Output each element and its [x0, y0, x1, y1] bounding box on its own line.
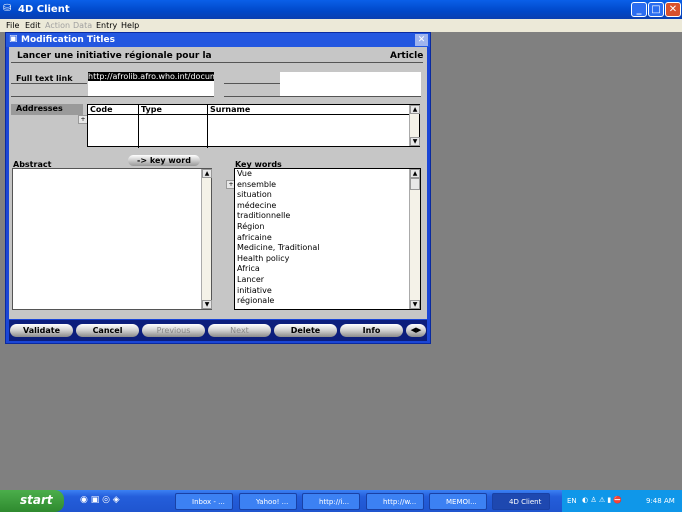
addresses-scrollbar[interactable]: ▲ ▼ [409, 105, 420, 146]
info-button[interactable]: Info [340, 324, 403, 337]
scroll-down-icon[interactable]: ▼ [410, 300, 420, 309]
keyword-item[interactable]: traditionnelle [235, 211, 420, 222]
right-field-2[interactable] [280, 84, 421, 96]
header-divider [88, 114, 410, 115]
abstract-scrollbar[interactable]: ▲ ▼ [201, 169, 212, 309]
keyword-item[interactable]: Africa [235, 264, 420, 275]
keyword-item[interactable]: Health policy [235, 254, 420, 265]
addresses-label: Addresses [11, 104, 83, 115]
scroll-down-icon[interactable]: ▼ [410, 137, 420, 146]
full-text-link-field[interactable]: http://afrolib.afro.who.int/document [88, 72, 214, 84]
tray-icons[interactable]: ◐ ♙ ⚠ ▮ ⛔ [582, 496, 622, 504]
menu-file[interactable]: File [6, 21, 19, 30]
taskbar-item[interactable]: 4D Client [492, 493, 550, 510]
scroll-up-icon[interactable]: ▲ [410, 105, 420, 114]
full-text-link-field-2[interactable] [88, 84, 214, 96]
scroll-up-icon[interactable]: ▲ [202, 169, 212, 178]
language-indicator[interactable]: EN [567, 497, 577, 505]
minimize-button[interactable]: _ [631, 2, 647, 17]
next-button[interactable]: Next [208, 324, 271, 337]
close-button[interactable]: ✕ [665, 2, 681, 17]
keyword-item[interactable]: ensemble [235, 180, 420, 191]
window-close-button[interactable]: ✕ [415, 34, 428, 46]
addresses-table[interactable]: Code Type Surname ▲ ▼ [87, 104, 420, 148]
menu-action[interactable]: Action [45, 21, 70, 30]
keyword-item[interactable]: médecine [235, 201, 420, 212]
divider [11, 96, 214, 97]
divider [224, 83, 280, 84]
window-title-bar: ▣ Modification Titles ✕ [6, 33, 430, 47]
previous-button[interactable]: Previous [142, 324, 205, 337]
menu-edit[interactable]: Edit [25, 21, 41, 30]
keyword-item[interactable]: Lancer [235, 275, 420, 286]
keyword-item[interactable]: initiative [235, 286, 420, 297]
menu-entry[interactable]: Entry [96, 21, 117, 30]
maximize-button[interactable]: □ [648, 2, 664, 17]
taskbar-item[interactable]: http://i... [302, 493, 360, 510]
taskbar-item[interactable]: http://w... [366, 493, 424, 510]
modification-window: ▣ Modification Titles ✕ Lancer une initi… [5, 32, 431, 344]
menu-bar: File Edit Action Data Entry Help [0, 19, 682, 32]
right-field-1[interactable] [280, 72, 421, 84]
form-content: Lancer une initiative régionale pour la … [9, 47, 427, 319]
keyword-item[interactable]: Région [235, 222, 420, 233]
app-title: 4D Client [18, 4, 70, 15]
delete-button[interactable]: Delete [274, 324, 337, 337]
validate-button[interactable]: Validate [10, 324, 73, 337]
menu-data[interactable]: Data [73, 21, 92, 30]
keywords-list[interactable]: Vue ensemble situation médecine traditionnel… [234, 168, 421, 310]
scroll-up-icon[interactable]: ▲ [410, 169, 420, 178]
app-title-bar: ⛁ 4D Client _ □ ✕ [0, 0, 682, 19]
system-tray: EN ◐ ♙ ⚠ ▮ ⛔ 9:48 AM [562, 490, 682, 512]
key-word-button[interactable]: -> key word [128, 155, 200, 166]
menu-help[interactable]: Help [121, 21, 139, 30]
keywords-scrollbar[interactable]: ▲ ▼ [409, 169, 420, 309]
app-icon: ⛁ [3, 3, 12, 14]
divider [11, 83, 87, 84]
record-title: Lancer une initiative régionale pour la [17, 51, 212, 61]
scroll-arrows-icon[interactable]: ◀▶ [406, 324, 426, 337]
quick-launch-icons[interactable]: ◉ ▣ ◎ ◈ [80, 495, 120, 505]
action-button-bar: Validate Cancel Previous Next Delete Inf… [9, 320, 427, 341]
keyword-item[interactable]: africaine [235, 233, 420, 244]
record-type: Article [390, 51, 424, 61]
taskbar-item[interactable]: Yahoo! ... [239, 493, 297, 510]
keyword-item[interactable]: régionale [235, 296, 420, 307]
abstract-textarea[interactable]: ▲ ▼ [12, 168, 212, 310]
cancel-button[interactable]: Cancel [76, 324, 139, 337]
taskbar-item[interactable]: Inbox - ... [175, 493, 233, 510]
column-header-code[interactable]: Code [88, 105, 139, 148]
clock: 9:48 AM [646, 497, 675, 505]
column-header-surname[interactable]: Surname [208, 105, 410, 148]
start-button[interactable]: start [0, 490, 64, 512]
divider [11, 62, 423, 63]
keywords-items: Vue ensemble situation médecine traditionnel… [235, 169, 420, 307]
full-text-link-label: Full text link [16, 74, 73, 83]
keyword-item[interactable]: Vue [235, 169, 420, 180]
divider [224, 96, 421, 97]
window-title: Modification Titles [21, 35, 115, 45]
window-icon: ▣ [9, 34, 18, 44]
taskbar-item[interactable]: MEMOI... [429, 493, 487, 510]
scroll-down-icon[interactable]: ▼ [202, 300, 212, 309]
column-header-type[interactable]: Type [139, 105, 208, 148]
taskbar: start ◉ ▣ ◎ ◈ Inbox - ... Yahoo! ... http:… [0, 490, 682, 512]
keyword-item[interactable]: Medicine, Traditional [235, 243, 420, 254]
scroll-thumb[interactable] [410, 178, 420, 190]
keyword-item[interactable]: situation [235, 190, 420, 201]
